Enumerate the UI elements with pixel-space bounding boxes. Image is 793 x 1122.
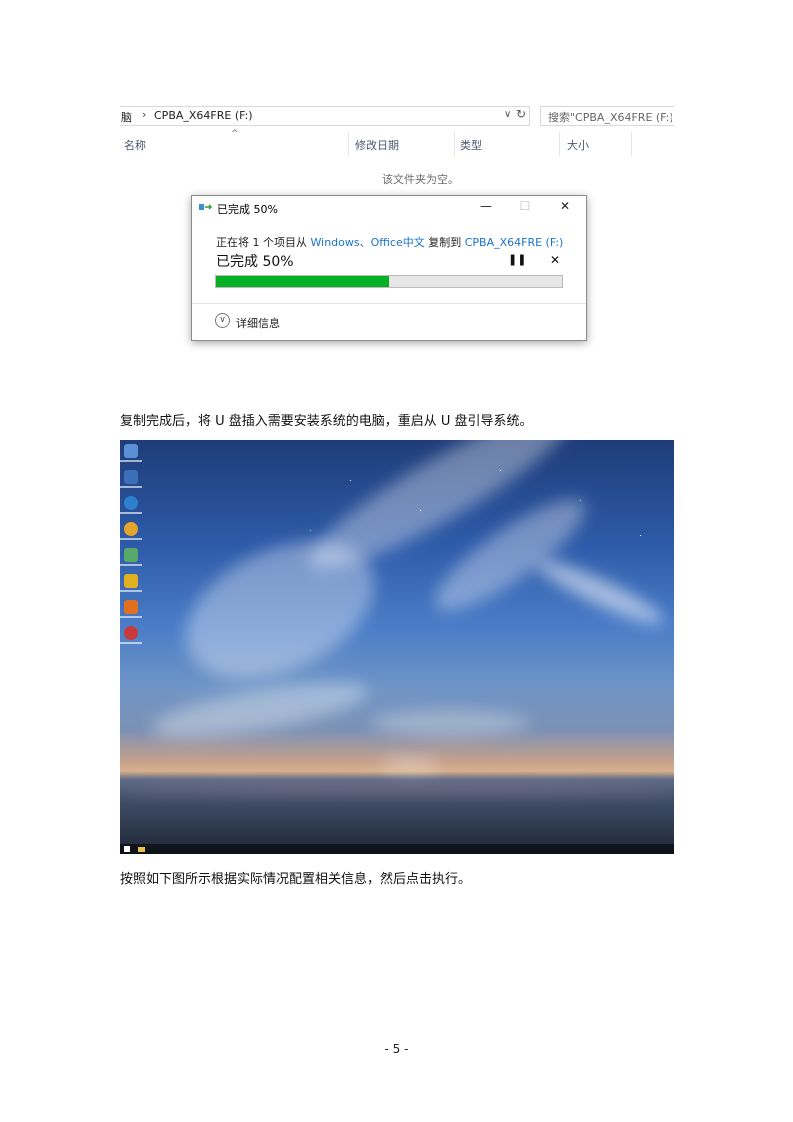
settings-icon[interactable]: [124, 496, 138, 510]
pause-icon[interactable]: ❚❚: [508, 253, 526, 266]
column-divider[interactable]: [454, 132, 455, 156]
cancel-icon[interactable]: ✕: [550, 253, 560, 267]
dialog-title: 已完成 50%: [217, 203, 278, 216]
instruction-paragraph-2: 按照如下图所示根据实际情况配置相关信息，然后点击执行。: [120, 872, 472, 887]
column-header-modified[interactable]: 修改日期: [355, 137, 399, 153]
more-details-button[interactable]: 详细信息: [236, 315, 280, 331]
copy-description: 正在将 1 个项目从 Windows、Office中文 复制到 CPBA_X64…: [216, 234, 563, 250]
column-divider[interactable]: [348, 132, 349, 156]
search-placeholder: 搜索"CPBA_X64FRE (F:)": [548, 111, 672, 124]
dialog-divider: [192, 303, 586, 304]
desktop-icon-label: [120, 590, 142, 592]
close-icon[interactable]: ✕: [556, 199, 574, 213]
windows-start-icon[interactable]: [124, 846, 130, 852]
copy-transfer-icon: [199, 204, 213, 210]
column-header-type[interactable]: 类型: [460, 137, 482, 153]
desc-middle: 复制到: [424, 236, 465, 249]
column-divider[interactable]: [559, 132, 560, 156]
address-path[interactable]: CPBA_X64FRE (F:): [154, 109, 253, 122]
maximize-icon: ☐: [519, 199, 531, 213]
page-number: - 5 -: [384, 1042, 409, 1056]
destination-link[interactable]: CPBA_X64FRE (F:): [465, 236, 564, 249]
source-link[interactable]: Windows、Office中文: [311, 236, 425, 249]
desc-prefix: 正在将 1 个项目从: [216, 236, 311, 249]
computer-icon[interactable]: [124, 444, 138, 458]
progress-bar-fill: [216, 276, 389, 287]
desktop-icon-label: [120, 486, 142, 488]
document-icon[interactable]: [124, 548, 138, 562]
chevron-right-icon: ›: [142, 108, 147, 121]
column-header-size[interactable]: 大小: [567, 137, 589, 153]
minimize-icon[interactable]: —: [477, 199, 495, 213]
system-tray[interactable]: [634, 846, 670, 853]
desktop-icon-label: [120, 512, 142, 514]
tool-icon[interactable]: [124, 600, 138, 614]
app-icon[interactable]: [124, 470, 138, 484]
address-prefix: 脑: [121, 111, 132, 124]
key-icon[interactable]: [124, 574, 138, 588]
expand-chevron-icon[interactable]: ∨: [215, 313, 230, 328]
app-icon[interactable]: [124, 522, 138, 536]
folder-icon[interactable]: [138, 847, 145, 852]
desktop-icon-label: [120, 616, 142, 618]
taskbar: [120, 844, 674, 854]
progress-status: 已完成 50%: [216, 254, 294, 270]
desktop-icon-label: [120, 642, 142, 644]
chevron-down-icon[interactable]: ∨: [504, 109, 511, 120]
column-header-name[interactable]: 名称: [124, 137, 146, 153]
empty-folder-message: 该文件夹为空。: [382, 173, 459, 186]
instruction-paragraph-1: 复制完成后，将 U 盘插入需要安装系统的电脑，重启从 U 盘引导系统。: [120, 414, 533, 429]
app-icon[interactable]: [124, 626, 138, 640]
refresh-icon[interactable]: ↻: [516, 107, 526, 121]
sort-ascending-icon: ^: [231, 129, 239, 139]
progress-bar: [215, 275, 563, 288]
desktop-icon-label: [120, 460, 142, 462]
column-divider[interactable]: [631, 132, 632, 156]
desktop-icon-label: [120, 538, 142, 540]
desktop-screenshot: [120, 440, 674, 854]
desktop-icon-label: [120, 564, 142, 566]
